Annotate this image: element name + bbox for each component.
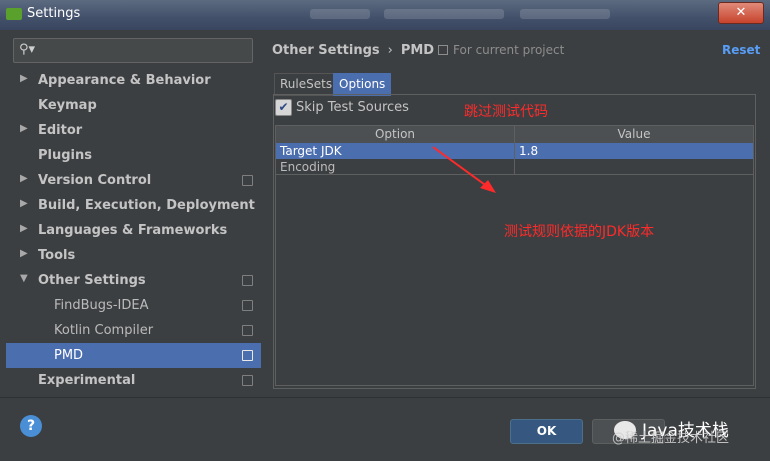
watermark-community: @稀土掘金技术社区 bbox=[612, 431, 730, 446]
ok-button[interactable]: OK bbox=[510, 419, 583, 444]
footer-divider bbox=[0, 397, 770, 398]
help-icon[interactable]: ? bbox=[20, 415, 42, 437]
annotation-arrow-line bbox=[432, 146, 489, 188]
annotation-arrow bbox=[432, 146, 496, 193]
